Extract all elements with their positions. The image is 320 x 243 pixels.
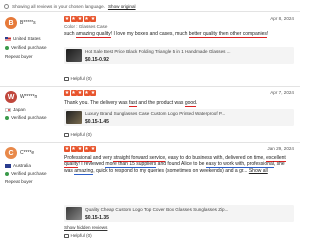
thumbs-up-icon: [64, 132, 69, 137]
product-thumbnail: [66, 207, 82, 220]
star-icon: ★: [83, 146, 90, 152]
product-card[interactable]: Luxury Brand Sunglasses Case Custom Logo…: [64, 109, 294, 126]
review-text-run: .: [195, 100, 198, 106]
review-text-run: and the product was: [137, 100, 185, 106]
star-rating: ★ ★ ★ ★ ★: [64, 146, 96, 152]
highlighted-phrase: amazing quality: [75, 31, 111, 38]
helpful-label: Helpful (0): [70, 76, 92, 81]
show-hidden-reviews-link[interactable]: Show hidden reviews: [64, 225, 107, 230]
show-all-link[interactable]: Show all: [249, 168, 268, 174]
reviewer-country: United States: [5, 36, 41, 41]
review-text-run: and very: [91, 155, 114, 161]
show-original-link[interactable]: Show original: [108, 4, 136, 9]
reviewer-country: Japan: [5, 107, 26, 112]
verified-badge: Verified purchase: [5, 171, 47, 176]
reviewer-country: Australia: [5, 163, 31, 168]
star-icon: ★: [70, 90, 77, 96]
star-icon: ★: [90, 146, 96, 152]
star-icon: ★: [77, 16, 83, 22]
verified-check-icon: [5, 45, 9, 50]
verified-check-icon: [5, 171, 9, 176]
reviewer-name: C****e: [20, 150, 35, 156]
helpful-label: Helpful (0): [70, 132, 92, 137]
highlighted-phrase: good: [184, 100, 196, 107]
review-text: Thank you. The delivery was fast and the…: [64, 100, 294, 107]
star-icon: ★: [90, 90, 96, 96]
highlighted-phrase: amazing: [74, 167, 94, 175]
review-text-run: ! I reviewed: [78, 161, 106, 168]
product-card[interactable]: Quality Cheap Custom Logo Top Cover Box …: [64, 205, 294, 222]
review-text-run: !: [266, 31, 269, 37]
review-text: such amazing quality! I love my boxes an…: [64, 31, 294, 38]
verified-label: Verified purchase: [11, 115, 47, 120]
review-text: Professional and very straight forward s…: [64, 155, 294, 175]
reviewer-name: B*****s: [20, 20, 36, 26]
product-title: Hot Sale Best Price Black Folding Triang…: [85, 49, 231, 54]
reviewer-name: W*****n: [20, 94, 38, 100]
star-icon: ★: [64, 16, 70, 22]
star-icon: ★: [70, 16, 77, 22]
thumbs-up-icon: [64, 76, 69, 81]
review-text-run: , quick to respond to my queries (someti…: [93, 167, 249, 174]
review-card: W W*****n Japan Verified purchase ★ ★ ★ …: [0, 86, 300, 142]
review-card: C C****e Australia Verified purchase Rep…: [0, 142, 300, 243]
star-icon: ★: [64, 90, 70, 96]
helpful-label: Helpful (0): [70, 233, 92, 238]
country-label: Japan: [13, 107, 26, 112]
review-date: Apr 7, 2024: [270, 90, 294, 95]
product-price: $0.15-1.45: [85, 118, 109, 125]
star-rating: ★ ★ ★ ★ ★: [64, 90, 96, 96]
review-text-run: ! I love my boxes and cases, much: [110, 31, 189, 37]
australia-flag-icon: [5, 163, 11, 168]
review-date: Apr 8, 2024: [270, 16, 294, 21]
star-icon: ★: [83, 16, 90, 22]
verified-label: Verified purchase: [11, 171, 47, 176]
country-label: United States: [13, 36, 41, 41]
avatar: W: [5, 91, 17, 103]
review-text-run: and found Alice to be: [156, 161, 206, 168]
product-thumbnail: [66, 49, 82, 62]
review-text-run: such: [64, 31, 76, 37]
us-flag-icon: [5, 36, 11, 41]
thumbs-up-icon: [64, 233, 69, 238]
verified-label: Verified purchase: [11, 45, 47, 50]
review-date: Jan 29, 2024: [267, 146, 294, 151]
star-icon: ★: [70, 146, 77, 152]
product-title: Quality Cheap Custom Logo Top Cover Box …: [85, 207, 229, 212]
highlighted-phrase: fast: [128, 100, 138, 107]
avatar: B: [5, 17, 17, 29]
avatar: C: [5, 147, 17, 159]
review-text-run: , easy to do business with, delivered on…: [165, 155, 267, 161]
product-card[interactable]: Hot Sale Best Price Black Folding Triang…: [64, 47, 294, 64]
product-thumbnail: [66, 111, 82, 124]
country-label: Australia: [13, 163, 31, 168]
star-rating: ★ ★ ★ ★ ★: [64, 16, 96, 22]
star-icon: ★: [77, 90, 83, 96]
star-icon: ★: [77, 146, 83, 152]
verified-check-icon: [5, 115, 9, 120]
highlighted-phrase: better quality then other companies: [188, 31, 267, 38]
star-icon: ★: [64, 146, 70, 152]
helpful-button[interactable]: Helpful (0): [64, 132, 92, 137]
verified-badge: Verified purchase: [5, 45, 47, 50]
review-text-run: Thank you. The delivery was: [64, 100, 129, 106]
product-price: $0.15-0.92: [85, 56, 109, 63]
japan-flag-icon: [5, 107, 11, 112]
star-icon: ★: [83, 90, 90, 96]
translation-banner-text: Showing all reviews in your chosen langu…: [12, 3, 105, 9]
star-icon: ★: [90, 16, 96, 22]
translation-banner: Showing all reviews in your chosen langu…: [4, 2, 296, 10]
product-attribute: Color : Glasses Case: [64, 24, 108, 29]
helpful-button[interactable]: Helpful (0): [64, 233, 92, 238]
repeat-buyer-label: Repeat buyer: [5, 54, 33, 59]
review-card: B B*****s United States Verified purchas…: [0, 11, 300, 86]
product-title: Luxury Brand Sunglasses Case Custom Logo…: [85, 111, 226, 116]
repeat-buyer-label: Repeat buyer: [5, 179, 33, 184]
product-price: $0.15-1.35: [85, 214, 109, 221]
helpful-button[interactable]: Helpful (0): [64, 76, 92, 81]
globe-icon: [4, 3, 9, 9]
verified-badge: Verified purchase: [5, 115, 47, 120]
